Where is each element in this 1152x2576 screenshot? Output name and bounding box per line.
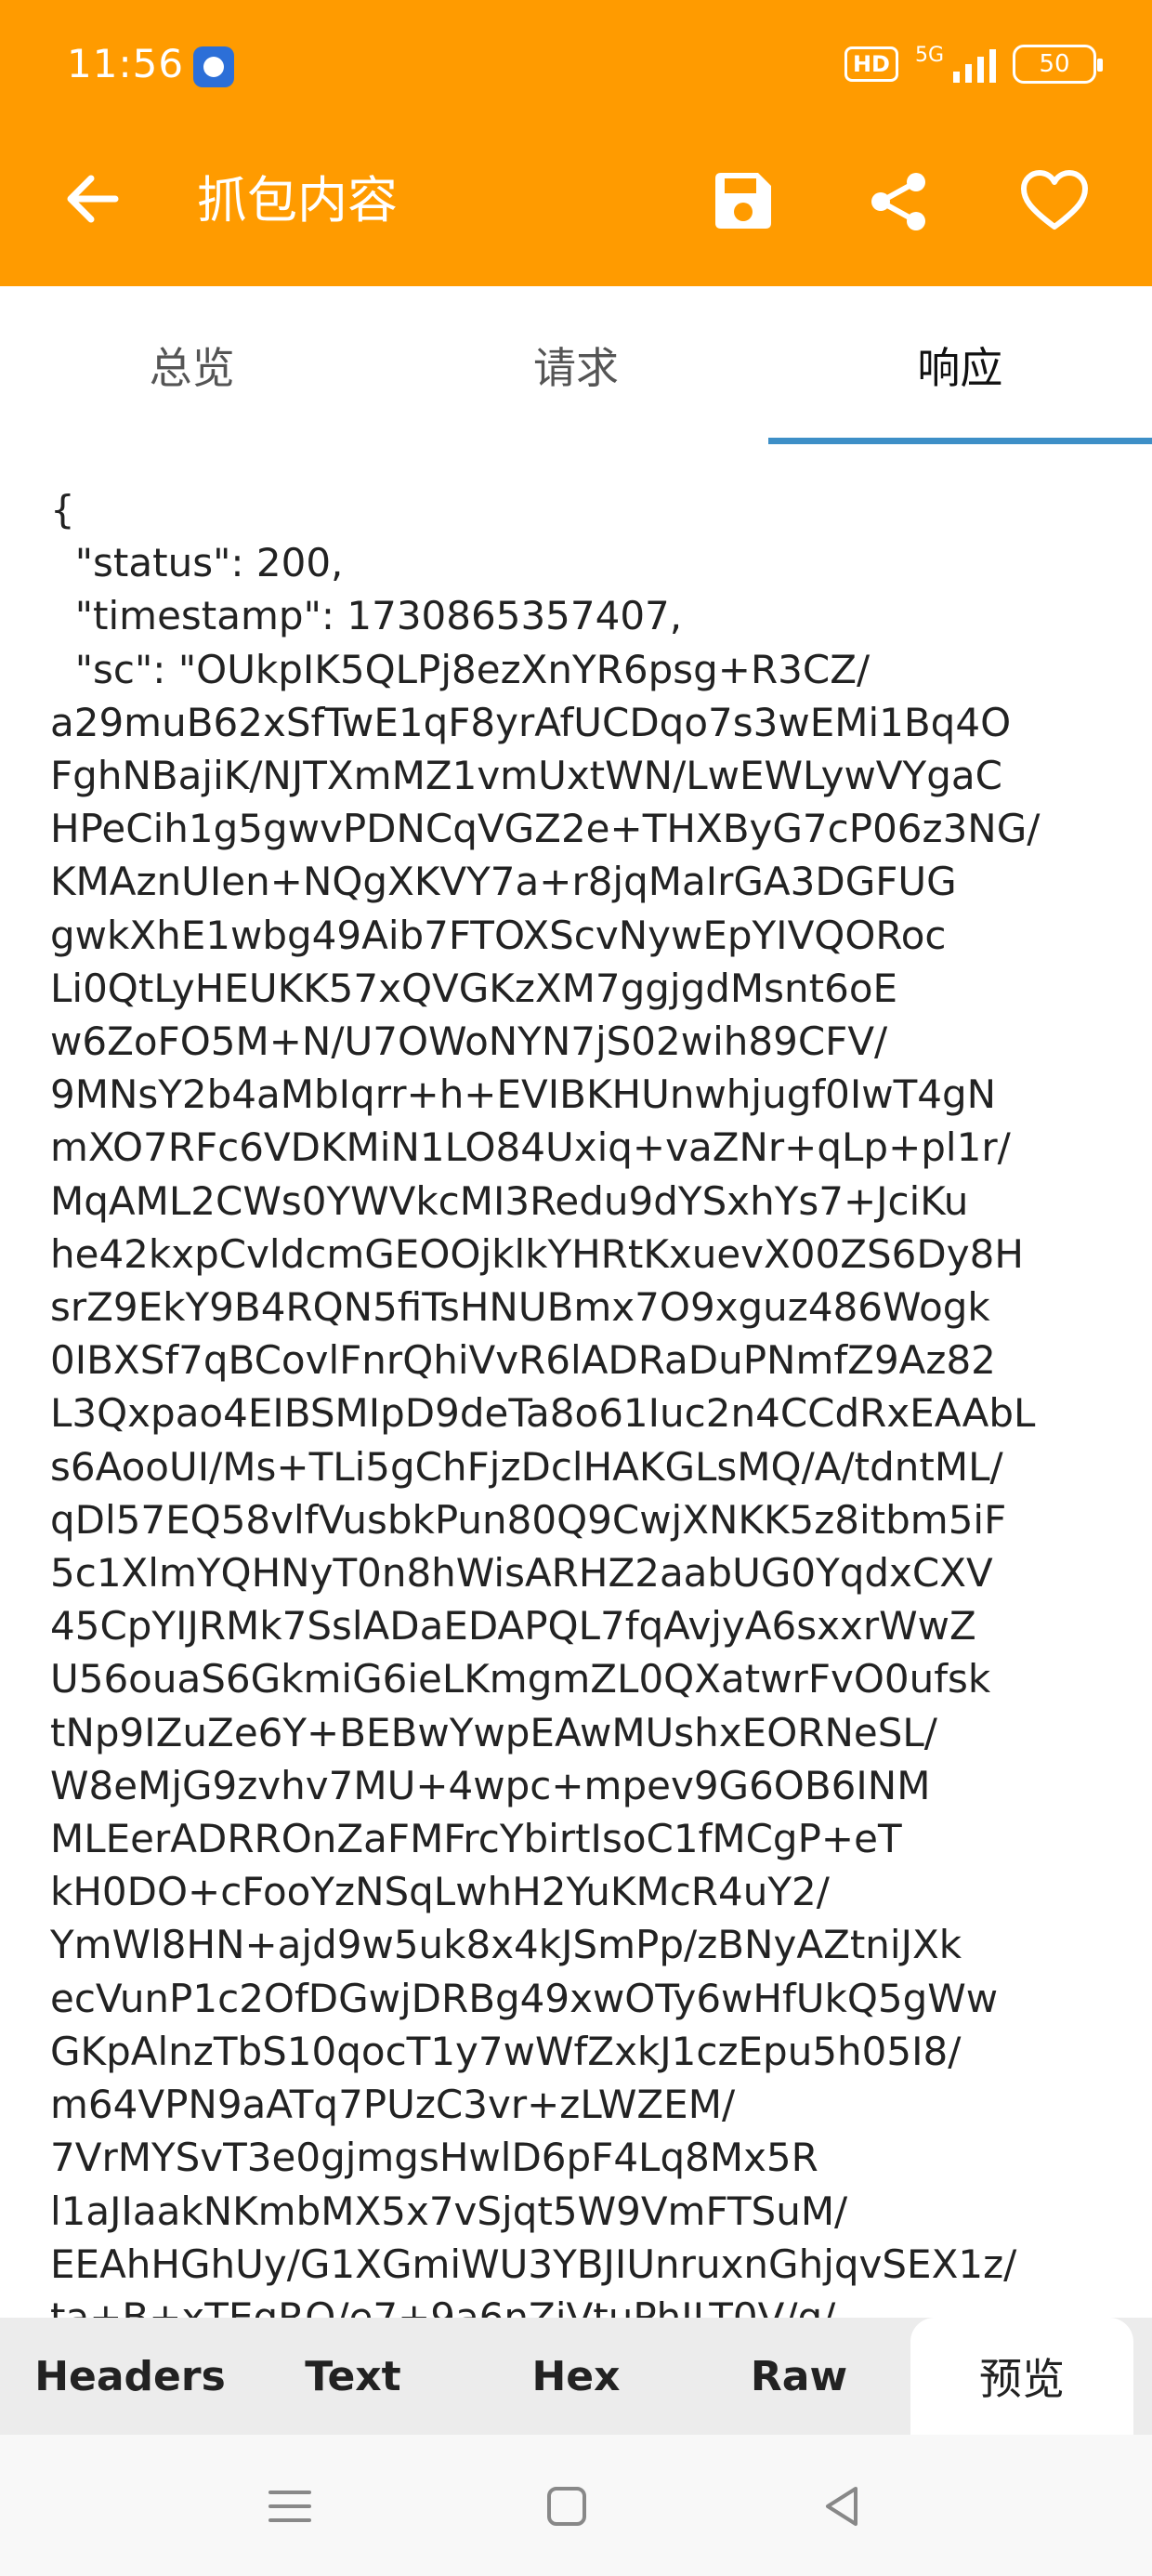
main-tabs: 总览 请求 响应: [0, 286, 1152, 444]
page-title: 抓包内容: [197, 171, 398, 230]
tab-overview[interactable]: 总览: [0, 286, 384, 444]
response-line: s6AooUI/Ms+TLi5gChFjzDclHAKGLsMQ/A/tdntM…: [50, 1443, 1003, 1490]
response-line: U56ouaS6GkmiG6ieLKmgmZL0QXatwrFvO0ufsk: [50, 1656, 991, 1702]
response-body[interactable]: { "status": 200, "timestamp": 1730865357…: [50, 483, 1119, 2318]
response-line: a29muB62xSfTwE1qF8yrAfUCDqo7s3wEMi1Bq4O: [50, 699, 1012, 745]
signal-icon: 5G: [915, 46, 996, 83]
share-button[interactable]: [858, 162, 938, 242]
status-bar: 11:56 HD 5G 50: [0, 0, 1152, 139]
save-button[interactable]: [702, 162, 782, 242]
response-line: YmWl8HN+ajd9w5uk8x4kJSmPp/zBNyAZtniJXk: [50, 1922, 962, 1968]
top-bar: 11:56 HD 5G 50 抓包内容: [0, 0, 1152, 286]
tab-response[interactable]: 响应: [767, 286, 1152, 444]
nav-recent-button[interactable]: [243, 2464, 336, 2548]
format-tab-preview[interactable]: 预览: [910, 2318, 1133, 2435]
format-tab-hex[interactable]: Hex: [465, 2318, 687, 2435]
response-line: ecVunP1c2OfDGwjDRBg49xwOTy6wHfUkQ5gWw: [50, 1975, 999, 2021]
response-line: MqAML2CWs0YWVkcMI3Redu9dYSxhYs7+JciKu: [50, 1177, 969, 1224]
response-line: EEAhHGhUy/G1XGmiWU3YBJIUnruxnGhjqvSEX1z/: [50, 2241, 1017, 2287]
response-line: "timestamp": 1730865357407,: [50, 593, 683, 639]
response-line: "status": 200,: [50, 540, 344, 586]
heart-outline-icon: [1021, 170, 1088, 230]
response-line: 45CpYIJRMk7SslADaEDAPQL7fqAvjyA6sxxrWwZ: [50, 1603, 976, 1649]
response-line: w6ZoFO5M+N/U7OWoNYN7jS02wih89CFV/: [50, 1019, 888, 1065]
response-line: FghNBajiK/NJTXmMZ1vmUxtWN/LwEWLywVYgaC: [50, 753, 1002, 799]
triangle-back-icon: [826, 2487, 857, 2526]
share-icon: [871, 173, 925, 230]
response-line: {: [50, 487, 75, 532]
response-line: kH0DO+cFooYzNSqLwhH2YuKMcR4uY2/: [50, 1869, 830, 1915]
response-line: srZ9EkY9B4RQN5fiTsHNUBmx7O9xguz486Wogk: [50, 1284, 990, 1331]
format-tab-raw[interactable]: Raw: [687, 2318, 910, 2435]
response-line: KMAznUIen+NQgXKVY7a+r8jqMaIrGA3DGFUG: [50, 859, 957, 905]
response-line: tNp9IZuZe6Y+BEBwYwpEAwMUshxEORNeSL/: [50, 1709, 937, 1755]
response-line: l1aJIaakNKmbMX5x7vSjqt5W9VmFTSuM/: [50, 2188, 848, 2234]
format-tab-bar: Headers Text Hex Raw 预览: [0, 2318, 1152, 2435]
battery-icon: 50: [1013, 45, 1103, 84]
nav-home-button[interactable]: [520, 2464, 613, 2548]
status-indicators: HD 5G 50: [844, 45, 1103, 84]
response-line: ta+B+xTEqRO/e7+9a6nZjVtuPhILT0V/g/: [50, 2293, 836, 2318]
menu-lines-icon: [268, 2491, 311, 2522]
response-line: Li0QtLyHEUKK57xQVGKzXM7ggjgdMsnt6oE: [50, 965, 898, 1011]
response-line: 9MNsY2b4aMbIqrr+h+EVIBKHUnwhjugf0IwT4gN: [50, 1071, 997, 1118]
system-navigation-bar: [0, 2435, 1152, 2576]
nav-back-button[interactable]: [795, 2464, 888, 2548]
floppy-disk-icon: [715, 173, 771, 229]
tab-request[interactable]: 请求: [384, 286, 767, 444]
battery-level: 50: [1039, 50, 1070, 78]
network-type: 5G: [914, 44, 944, 67]
hd-badge: HD: [844, 46, 898, 82]
arrow-left-icon: [67, 175, 119, 223]
app-bar: 抓包内容: [0, 139, 1152, 286]
favorite-button[interactable]: [1015, 162, 1094, 242]
response-line: 5c1XlmYQHNyT0n8hWisARHZ2aabUG0YqdxCXV: [50, 1550, 993, 1597]
format-tab-text[interactable]: Text: [242, 2318, 465, 2435]
response-line: he42kxpCvldcmGEOOjklkYHRtKxuevX00ZS6Dy8H: [50, 1230, 1024, 1277]
response-line: 7VrMYSvT3e0gjmgsHwlD6pF4Lq8Mx5R: [50, 2135, 818, 2181]
status-time: 11:56: [67, 41, 185, 86]
response-line: W8eMjG9zvhv7MU+4wpc+mpev9G6OB6INM: [50, 1762, 931, 1808]
response-line: "sc": "OUkpIK5QLPj8ezXnYR6psg+R3CZ/: [50, 646, 871, 692]
response-line: MLEerADRROnZaFMFrcYbirtIsoC1fMCgP+eT: [50, 1816, 902, 1862]
back-button[interactable]: [56, 162, 130, 236]
format-tab-headers[interactable]: Headers: [19, 2318, 242, 2435]
response-line: L3Qxpao4EIBSMIpD9deTa8o61Iuc2n4CCdRxEAAb…: [50, 1390, 1036, 1437]
notification-app-icon: [193, 46, 234, 87]
response-line: GKpAlnzTbS10qocT1y7wWfZxkJ1czEpu5h05I8/: [50, 2028, 962, 2074]
response-line: 0IBXSf7qBCovlFnrQhiVvR6lADRaDuPNmfZ9Az82: [50, 1337, 996, 1384]
response-line: mXO7RFc6VDKMiN1LO84Uxiq+vaZNr+qLp+pl1r/: [50, 1124, 1011, 1171]
square-icon: [547, 2487, 586, 2526]
response-line: qDl57EQ58vlfVusbkPun80Q9CwjXNKK5z8itbm5i…: [50, 1496, 1007, 1543]
response-line: HPeCih1g5gwvPDNCqVGZ2e+THXByG7cP06z3NG/: [50, 806, 1041, 852]
response-line: gwkXhE1wbg49Aib7FTOXScvNywEpYIVQORoc: [50, 912, 947, 958]
response-line: m64VPN9aATq7PUzC3vr+zLWZEM/: [50, 2082, 736, 2128]
